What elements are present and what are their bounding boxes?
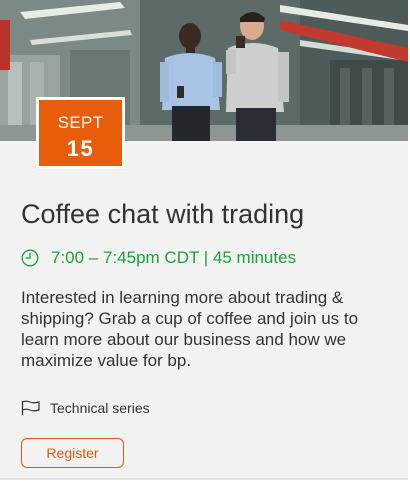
register-button[interactable]: Register bbox=[21, 438, 124, 468]
event-card: SEPT 15 Coffee chat with trading 7:00 – … bbox=[0, 0, 408, 480]
event-series-label: Technical series bbox=[50, 400, 150, 416]
date-day: 15 bbox=[66, 136, 95, 161]
flag-icon bbox=[21, 400, 41, 416]
date-month: SEPT bbox=[57, 113, 104, 132]
date-badge: SEPT 15 bbox=[36, 97, 125, 169]
event-series: Technical series bbox=[21, 400, 150, 416]
event-description: Interested in learning more about tradin… bbox=[21, 288, 359, 370]
event-time-text: 7:00 – 7:45pm CDT | 45 minutes bbox=[51, 248, 297, 267]
event-time: 7:00 – 7:45pm CDT | 45 minutes bbox=[21, 247, 296, 269]
event-title: Coffee chat with trading bbox=[21, 199, 305, 229]
clock-icon bbox=[21, 249, 39, 267]
